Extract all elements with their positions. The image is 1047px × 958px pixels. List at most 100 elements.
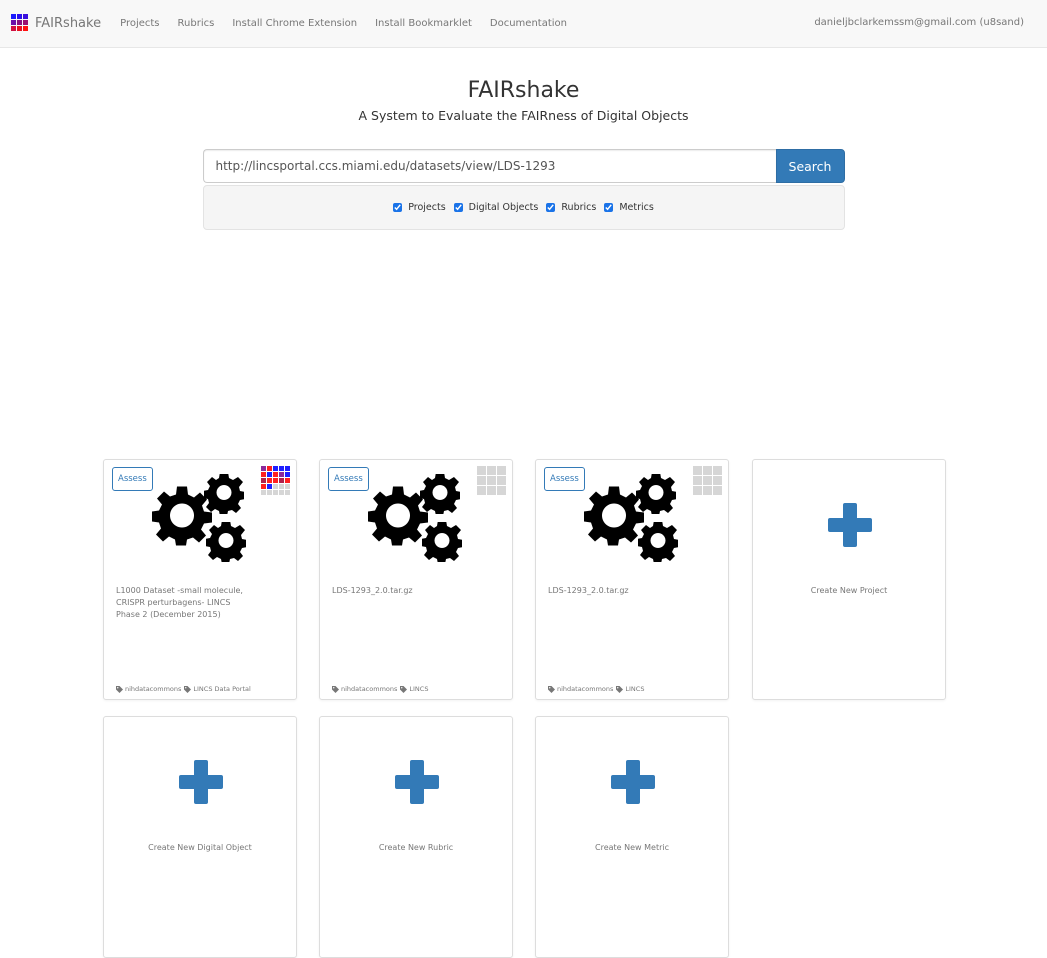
tag-label: nihdatacommons [125, 685, 182, 693]
fairshake-insignia-empty[interactable] [693, 466, 722, 495]
assess-button[interactable]: Assess [328, 467, 369, 491]
nav-link-projects[interactable]: Projects [120, 18, 159, 29]
tag-link[interactable]: LINCS [616, 685, 644, 693]
gears-icon [152, 474, 250, 564]
tag-label: nihdatacommons [341, 685, 398, 693]
assess-button[interactable]: Assess [544, 467, 585, 491]
card-title[interactable]: LDS-1293_2.0.tar.gz [548, 585, 678, 597]
filter-metrics[interactable]: Metrics [604, 202, 654, 213]
brand-link[interactable]: FAIRshake [11, 13, 102, 31]
tag-link[interactable]: nihdatacommons [548, 685, 613, 693]
insignia-cell[interactable] [273, 490, 278, 495]
digital-object-card[interactable]: Assess L1000 Dataset -small molecule, CR… [103, 459, 297, 700]
logo-cell [11, 13, 16, 19]
logo-cell [23, 25, 28, 31]
tag-icon [400, 685, 408, 693]
tag-icon [184, 685, 192, 693]
insignia-cell[interactable] [273, 472, 278, 477]
insignia-cell-empty [477, 486, 486, 495]
logo-cell [17, 13, 22, 19]
insignia-cell[interactable] [285, 466, 290, 471]
insignia-cell[interactable] [261, 466, 266, 471]
search-button[interactable]: Search [775, 149, 845, 183]
insignia-cell-empty [477, 476, 486, 485]
filter-label: Metrics [619, 202, 654, 213]
insignia-cell[interactable] [261, 472, 266, 477]
insignia-cell[interactable] [267, 478, 272, 483]
insignia-cell[interactable] [267, 490, 272, 495]
logo-cell [23, 19, 28, 25]
plus-icon [395, 760, 439, 804]
nav-link-install-bookmarklet[interactable]: Install Bookmarklet [375, 18, 472, 29]
navbar: FAIRshake Projects Rubrics Install Chrom… [0, 0, 1047, 48]
insignia-cell-empty [693, 476, 702, 485]
user-account-link[interactable]: danieljbclarkemssm@gmail.com (u8sand) [814, 17, 1024, 28]
insignia-cell-empty [713, 486, 722, 495]
create-new-metric-card[interactable]: Create New Metric [535, 716, 729, 958]
create-label: Create New Metric [595, 843, 669, 852]
plus-icon [611, 760, 655, 804]
create-label: Create New Digital Object [148, 843, 252, 852]
create-new-digital-object-card[interactable]: Create New Digital Object [103, 716, 297, 958]
insignia-cell[interactable] [285, 484, 290, 489]
insignia-cell-empty [497, 466, 506, 475]
tag-icon [616, 685, 624, 693]
tag-link[interactable]: nihdatacommons [332, 685, 397, 693]
digital-object-card[interactable]: Assess LDS-1293_2.0.tar.gz nihdatacommon… [319, 459, 513, 700]
insignia-cell[interactable] [279, 490, 284, 495]
nav-link-rubrics[interactable]: Rubrics [178, 18, 215, 29]
logo-cell [17, 25, 22, 31]
digital-object-card[interactable]: Assess LDS-1293_2.0.tar.gz nihdatacommon… [535, 459, 729, 700]
create-new-rubric-card[interactable]: Create New Rubric [319, 716, 513, 958]
insignia-cell[interactable] [261, 490, 266, 495]
insignia-cell[interactable] [279, 478, 284, 483]
nav-link-install-chrome-extension[interactable]: Install Chrome Extension [232, 18, 357, 29]
insignia-cell[interactable] [285, 478, 290, 483]
card-title[interactable]: L1000 Dataset -small molecule, CRISPR pe… [116, 585, 246, 621]
insignia-cell[interactable] [273, 466, 278, 471]
insignia-cell[interactable] [279, 472, 284, 477]
filter-projects[interactable]: Projects [393, 202, 446, 213]
insignia-cell[interactable] [261, 484, 266, 489]
insignia-cell-empty [497, 476, 506, 485]
search-input[interactable] [202, 149, 776, 183]
nav-link-documentation[interactable]: Documentation [490, 18, 567, 29]
insignia-cell[interactable] [285, 490, 290, 495]
create-label: Create New Rubric [378, 843, 454, 852]
card-title[interactable]: LDS-1293_2.0.tar.gz [332, 585, 462, 597]
brand-name: FAIRshake [35, 16, 102, 31]
tag-link[interactable]: LINCS Data Portal [184, 685, 251, 693]
assess-button[interactable]: Assess [112, 467, 153, 491]
tag-link[interactable]: LINCS [400, 685, 428, 693]
create-new-project-card[interactable]: Create New Project [752, 459, 946, 700]
insignia-cell[interactable] [267, 472, 272, 477]
filter-projects-checkbox[interactable] [393, 203, 403, 212]
gears-icon [584, 474, 682, 564]
search-filters: Projects Digital Objects Rubrics Metrics [202, 185, 845, 230]
insignia-cell[interactable] [273, 484, 278, 489]
tag-label: nihdatacommons [557, 685, 614, 693]
insignia-cell-empty [703, 486, 712, 495]
insignia-cell[interactable] [279, 484, 284, 489]
filter-digital-objects[interactable]: Digital Objects [453, 202, 538, 213]
insignia-cell-empty [487, 466, 496, 475]
logo-cell [23, 13, 28, 19]
fairshake-insignia-empty[interactable] [477, 466, 506, 495]
tag-label: LINCS [625, 685, 645, 693]
filter-metrics-checkbox[interactable] [604, 203, 614, 212]
tag-link[interactable]: nihdatacommons [116, 685, 181, 693]
fairshake-insignia[interactable] [261, 466, 290, 495]
filter-label: Projects [408, 202, 446, 213]
insignia-cell[interactable] [285, 472, 290, 477]
insignia-cell[interactable] [267, 484, 272, 489]
plus-icon [828, 503, 872, 547]
insignia-cell-empty [703, 476, 712, 485]
insignia-cell[interactable] [273, 478, 278, 483]
insignia-cell[interactable] [267, 466, 272, 471]
insignia-cell[interactable] [261, 478, 266, 483]
logo-cell [11, 25, 16, 31]
filter-rubrics[interactable]: Rubrics [546, 202, 596, 213]
insignia-cell[interactable] [279, 466, 284, 471]
filter-digital-objects-checkbox[interactable] [453, 203, 463, 212]
filter-rubrics-checkbox[interactable] [546, 203, 556, 212]
